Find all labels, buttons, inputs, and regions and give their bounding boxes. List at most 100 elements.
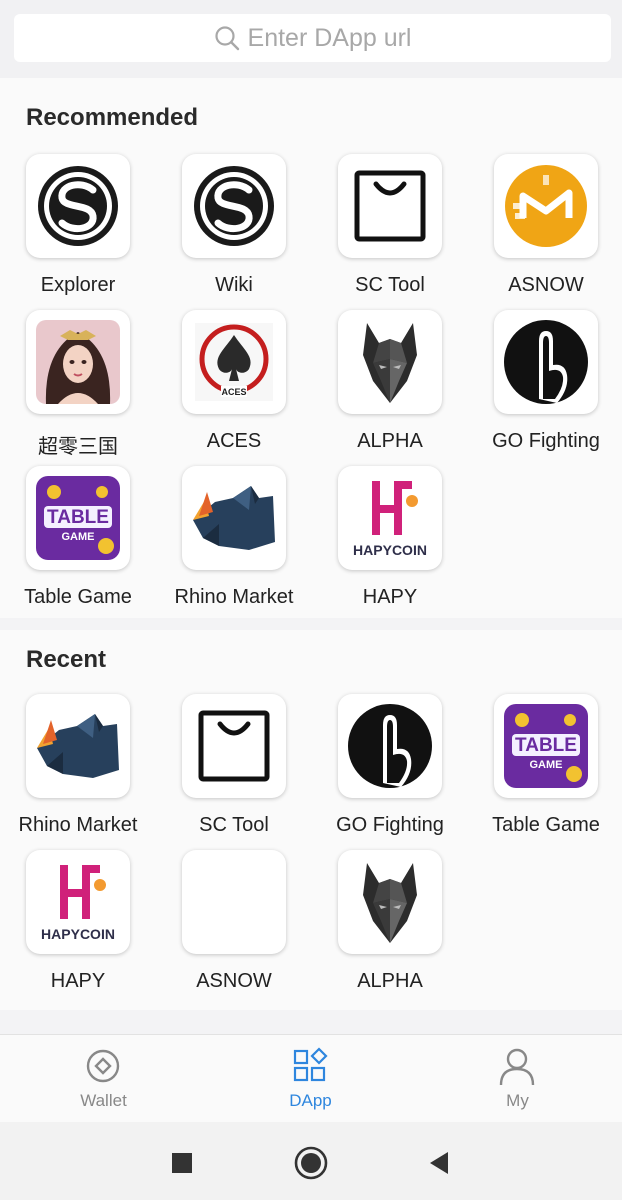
finger-icon (504, 320, 588, 404)
search-bar-container: Enter DApp url (0, 0, 622, 78)
app-alpha[interactable]: ALPHA (312, 310, 468, 466)
app-asnow[interactable]: ASNOW (156, 850, 312, 1006)
recent-title: Recent (26, 646, 107, 673)
search-icon (214, 26, 239, 51)
app-sc-tool[interactable]: SC Tool (156, 694, 312, 850)
dapp-grid-icon (293, 1047, 328, 1082)
app-tile[interactable] (26, 154, 130, 258)
app-label: 超零三国 (38, 436, 118, 458)
app-chaoling-sanguo[interactable]: 超零三国 (0, 310, 156, 466)
app-hapy[interactable]: HAPYCOIN HAPY (312, 466, 468, 622)
app-table-game[interactable]: TABLE GAME Table Game (0, 466, 156, 622)
app-tile[interactable] (338, 850, 442, 954)
game-text: GAME (530, 759, 563, 771)
app-label: GO Fighting (336, 814, 444, 836)
tab-dapp-label: DApp (289, 1091, 332, 1110)
aces-spade-icon: ACES (195, 323, 273, 401)
app-tile[interactable] (182, 466, 286, 570)
recent-section: Recent Rhino Market SC Tool GO Fighting … (0, 630, 622, 1010)
app-tile[interactable] (338, 694, 442, 798)
app-label: GO Fighting (492, 430, 600, 452)
app-aces[interactable]: ACES ACES (156, 310, 312, 466)
game-avatar-icon (36, 320, 120, 404)
app-rhino-market[interactable]: Rhino Market (156, 466, 312, 622)
hapycoin-logo-icon: HAPYCOIN (353, 481, 427, 558)
s-logo-icon (38, 166, 118, 246)
bottom-tab-bar: Wallet DApp My (0, 1034, 622, 1122)
rhino-icon (193, 486, 275, 550)
app-hapy[interactable]: HAPYCOIN HAPY (0, 850, 156, 1006)
app-tile[interactable] (338, 154, 442, 258)
app-tile[interactable] (338, 310, 442, 414)
app-asnow[interactable]: ASNOW (468, 154, 622, 310)
game-text: GAME (62, 531, 95, 543)
app-tile[interactable] (26, 694, 130, 798)
asnow-logo-icon (505, 165, 587, 247)
tab-wallet[interactable]: Wallet (0, 1035, 207, 1123)
hapycoin-text: HAPYCOIN (353, 542, 427, 558)
s-logo-icon (194, 166, 274, 246)
app-tile[interactable]: ACES (182, 310, 286, 414)
system-navigation-bar (0, 1122, 622, 1200)
tab-dapp[interactable]: DApp (207, 1035, 414, 1123)
table-game-logo-icon: TABLE GAME (504, 704, 588, 788)
finger-icon (348, 704, 432, 788)
app-tile[interactable] (182, 694, 286, 798)
app-label: ASNOW (196, 970, 272, 992)
app-go-fighting[interactable]: GO Fighting (312, 694, 468, 850)
app-label: Rhino Market (174, 586, 294, 608)
app-label: SC Tool (355, 274, 425, 296)
app-alpha[interactable]: ALPHA (312, 850, 468, 1006)
shopping-bag-icon (354, 170, 426, 242)
app-tile[interactable] (494, 154, 598, 258)
recent-apps-button[interactable] (171, 1152, 193, 1174)
search-placeholder: Enter DApp url (247, 23, 412, 52)
rhino-icon (37, 714, 119, 778)
app-tile[interactable] (182, 154, 286, 258)
app-go-fighting[interactable]: GO Fighting (468, 310, 622, 466)
app-label: ASNOW (508, 274, 584, 296)
app-label: Explorer (40, 274, 116, 296)
hapycoin-text: HAPYCOIN (41, 926, 115, 942)
aces-text: ACES (221, 387, 246, 397)
app-tile[interactable] (26, 310, 130, 414)
back-button[interactable] (428, 1151, 450, 1175)
tab-my[interactable]: My (414, 1035, 621, 1123)
app-wiki[interactable]: Wiki (156, 154, 312, 310)
user-icon (499, 1048, 535, 1086)
app-sc-tool[interactable]: SC Tool (312, 154, 468, 310)
search-input[interactable]: Enter DApp url (14, 14, 611, 62)
app-label: Table Game (24, 586, 132, 608)
app-table-game[interactable]: TABLE GAME Table Game (468, 694, 622, 850)
app-label: HAPY (362, 586, 418, 608)
app-label: Rhino Market (18, 814, 138, 836)
recommended-title: Recommended (26, 104, 199, 131)
app-tile[interactable]: TABLE GAME (494, 694, 598, 798)
app-tile[interactable]: HAPYCOIN (338, 466, 442, 570)
app-tile[interactable]: HAPYCOIN (26, 850, 130, 954)
table-text: TABLE (515, 735, 577, 756)
table-game-logo-icon: TABLE GAME (36, 476, 120, 560)
hapycoin-logo-icon: HAPYCOIN (41, 865, 115, 942)
app-tile[interactable]: TABLE GAME (26, 466, 130, 570)
app-label: ALPHA (357, 970, 423, 992)
wolf-icon (363, 323, 417, 403)
app-label: ALPHA (357, 430, 423, 452)
tab-wallet-label: Wallet (80, 1091, 127, 1110)
app-label: HAPY (50, 970, 106, 992)
tab-my-label: My (506, 1091, 529, 1110)
app-label: Table Game (492, 814, 600, 836)
home-button[interactable] (294, 1146, 328, 1180)
app-tile[interactable] (494, 310, 598, 414)
wolf-icon (363, 863, 417, 943)
recommended-section: Recommended Explorer Wiki SC Tool ASNOW … (0, 78, 622, 618)
shopping-bag-icon (198, 710, 270, 782)
table-text: TABLE (47, 507, 109, 528)
app-label: Wiki (215, 274, 253, 296)
app-label: SC Tool (199, 814, 269, 836)
app-label: ACES (206, 430, 262, 452)
app-rhino-market[interactable]: Rhino Market (0, 694, 156, 850)
app-tile-blank[interactable] (182, 850, 286, 954)
wallet-icon (86, 1049, 120, 1083)
app-explorer[interactable]: Explorer (0, 154, 156, 310)
